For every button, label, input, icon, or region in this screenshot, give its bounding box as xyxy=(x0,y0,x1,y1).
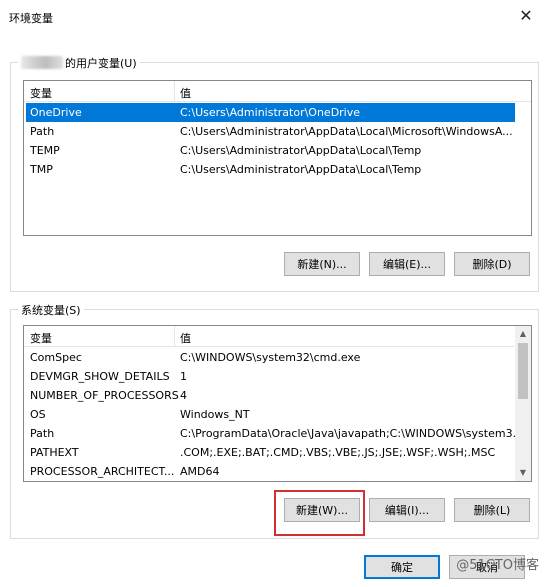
system-variables-label: 系统变量(S) xyxy=(18,302,84,318)
system-variables-list[interactable]: 变量 值 ComSpec C:\WINDOWS\system32\cmd.exe… xyxy=(23,325,532,482)
user-variables-header: 变量 值 xyxy=(24,81,531,102)
scroll-down-icon[interactable]: ▼ xyxy=(515,465,531,481)
user-new-button[interactable]: 新建(N)... xyxy=(284,252,360,276)
table-row[interactable]: TEMP C:\Users\Administrator\AppData\Loca… xyxy=(26,141,515,160)
column-header-value[interactable]: 值 xyxy=(180,85,191,101)
user-variables-list[interactable]: 变量 值 OneDrive C:\Users\Administrator\One… xyxy=(23,80,532,236)
system-edit-button[interactable]: 编辑(I)... xyxy=(369,498,445,522)
vertical-scrollbar[interactable]: ▲ ▼ xyxy=(515,326,531,481)
table-row[interactable]: OneDrive C:\Users\Administrator\OneDrive xyxy=(26,103,515,122)
table-row[interactable]: TMP C:\Users\Administrator\AppData\Local… xyxy=(26,160,515,179)
column-divider[interactable] xyxy=(174,81,175,101)
column-divider[interactable] xyxy=(174,326,175,346)
ok-button[interactable]: 确定 xyxy=(364,555,440,579)
watermark: @51CTO博客 xyxy=(456,558,539,573)
close-icon[interactable]: ✕ xyxy=(513,3,539,29)
table-row[interactable]: OS Windows_NT xyxy=(26,405,512,424)
table-row[interactable]: NUMBER_OF_PROCESSORS 4 xyxy=(26,386,512,405)
system-variables-header: 变量 值 xyxy=(24,326,514,347)
user-delete-button[interactable]: 删除(D) xyxy=(454,252,530,276)
scroll-thumb[interactable] xyxy=(518,343,528,399)
table-row[interactable]: PROCESSOR_ARCHITECT... AMD64 xyxy=(26,462,512,481)
table-row[interactable]: ComSpec C:\WINDOWS\system32\cmd.exe xyxy=(26,348,512,367)
user-variables-label: 的用户变量(U) xyxy=(18,55,140,71)
user-edit-button[interactable]: 编辑(E)... xyxy=(369,252,445,276)
column-header-variable[interactable]: 变量 xyxy=(30,85,52,101)
column-header-variable[interactable]: 变量 xyxy=(30,330,52,346)
scroll-up-icon[interactable]: ▲ xyxy=(515,326,531,342)
table-row[interactable]: PATHEXT .COM;.EXE;.BAT;.CMD;.VBS;.VBE;.J… xyxy=(26,443,512,462)
table-row[interactable]: Path C:\ProgramData\Oracle\Java\javapath… xyxy=(26,424,523,443)
column-header-value[interactable]: 值 xyxy=(180,330,191,346)
system-delete-button[interactable]: 删除(L) xyxy=(454,498,530,522)
title-bar: 环境变量 ✕ xyxy=(0,0,547,34)
system-new-button[interactable]: 新建(W)... xyxy=(284,498,360,522)
window-title: 环境变量 xyxy=(9,12,53,25)
redacted-username xyxy=(21,56,63,69)
table-row[interactable]: Path C:\Users\Administrator\AppData\Loca… xyxy=(26,122,515,141)
table-row[interactable]: DEVMGR_SHOW_DETAILS 1 xyxy=(26,367,512,386)
